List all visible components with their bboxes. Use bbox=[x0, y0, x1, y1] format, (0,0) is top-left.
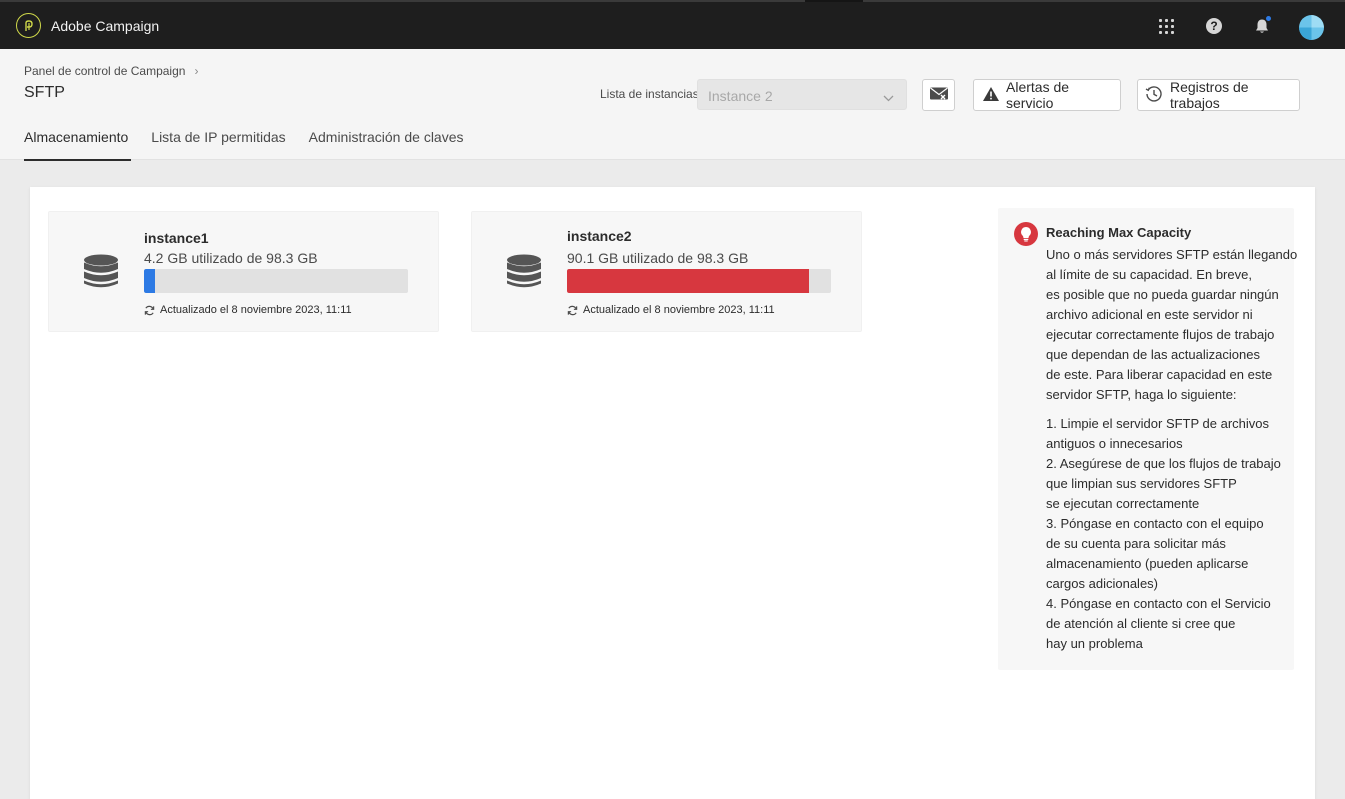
database-icon bbox=[506, 254, 542, 295]
help-icon[interactable]: ? bbox=[1203, 15, 1225, 37]
alert-step-line: cargos adicionales) bbox=[1046, 576, 1159, 591]
alert-paragraph-line: es posible que no pueda guardar ningún bbox=[1046, 287, 1279, 302]
alert-step-line: almacenamiento (pueden aplicarse bbox=[1046, 556, 1249, 571]
usage-bar-fill bbox=[567, 269, 810, 293]
updated-text: Actualizado el 8 noviembre 2023, 11:11 bbox=[583, 304, 775, 316]
tab-key-management[interactable]: Administración de claves bbox=[309, 129, 464, 160]
instance-name: instance2 bbox=[567, 228, 632, 244]
adobe-campaign-logo bbox=[16, 13, 41, 38]
page-title: SFTP bbox=[24, 84, 65, 101]
service-alerts-button[interactable]: Alertas de servicio bbox=[973, 79, 1121, 111]
instance-usage: 4.2 GB utilizado de 98.3 GB bbox=[144, 250, 318, 266]
instance-usage: 90.1 GB utilizado de 98.3 GB bbox=[567, 250, 749, 266]
top-bar-notch bbox=[805, 0, 863, 2]
alert-step-line: 2. Asegúrese de que los flujos de trabaj… bbox=[1046, 456, 1281, 471]
warning-icon bbox=[982, 86, 1000, 105]
email-alert-button[interactable] bbox=[922, 79, 955, 111]
main-panel: instance1 4.2 GB utilizado de 98.3 GB Ac… bbox=[30, 187, 1315, 799]
history-icon bbox=[1145, 85, 1163, 106]
alert-step-line: se ejecutan correctamente bbox=[1046, 496, 1200, 511]
chevron-right-icon: › bbox=[194, 64, 199, 78]
alert-paragraph-line: Uno o más servidores SFTP están llegando bbox=[1046, 247, 1298, 262]
capacity-alert-panel: Reaching Max Capacity Uno o más servidor… bbox=[998, 208, 1298, 670]
instance-card: instance1 4.2 GB utilizado de 98.3 GB Ac… bbox=[48, 211, 439, 332]
instance-list-label: Lista de instancias bbox=[600, 87, 699, 101]
notification-badge bbox=[1265, 15, 1272, 22]
alert-title: Reaching Max Capacity bbox=[1046, 225, 1192, 240]
alert-step-line: que limpian sus servidores SFTP bbox=[1046, 476, 1237, 491]
alert-paragraph-line: servidor SFTP, haga lo siguiente: bbox=[1046, 387, 1237, 402]
service-alerts-label: Alertas de servicio bbox=[1006, 79, 1070, 111]
mail-icon bbox=[929, 86, 949, 105]
alert-step-line: de atención al cliente si cree que bbox=[1046, 616, 1236, 631]
usage-bar-fill bbox=[144, 269, 156, 293]
updated-text: Actualizado el 8 noviembre 2023, 11:11 bbox=[160, 304, 352, 316]
database-icon bbox=[83, 254, 119, 295]
alert-step-line: 4. Póngase en contacto con el Servicio bbox=[1046, 596, 1271, 611]
brand[interactable]: Adobe Campaign bbox=[16, 13, 159, 38]
chevron-down-icon bbox=[883, 89, 894, 105]
refresh-icon[interactable] bbox=[567, 305, 578, 316]
alert-paragraph-line: que dependan de las actualizaciones bbox=[1046, 347, 1260, 362]
alert-step-line: antiguos o innecesarios bbox=[1046, 436, 1183, 451]
tab-ip-allow-list[interactable]: Lista de IP permitidas bbox=[151, 129, 285, 160]
avatar[interactable] bbox=[1298, 14, 1324, 40]
alert-step-line: de su cuenta para solicitar más bbox=[1046, 536, 1226, 551]
tab-storage[interactable]: Almacenamiento bbox=[24, 129, 132, 161]
tab-bar: Almacenamiento Lista de IP permitidas Ad… bbox=[24, 129, 487, 161]
updated-timestamp: Actualizado el 8 noviembre 2023, 11:11 bbox=[144, 304, 352, 316]
breadcrumb: Panel de control de Campaign › bbox=[24, 64, 198, 78]
instance-name: instance1 bbox=[144, 230, 209, 246]
alert-paragraph-line: de este. Para liberar capacidad en este bbox=[1046, 367, 1273, 382]
apps-grid-icon[interactable] bbox=[1155, 15, 1177, 37]
alert-paragraph-line: al límite de su capacidad. En breve, bbox=[1046, 267, 1252, 282]
top-bar: Adobe Campaign ? bbox=[0, 0, 1345, 49]
refresh-icon[interactable] bbox=[144, 305, 155, 316]
bell-icon[interactable] bbox=[1251, 15, 1273, 37]
instance-select-value: Instance 2 bbox=[708, 88, 773, 104]
job-logs-label: Registros de trabajos bbox=[1170, 79, 1249, 111]
alert-paragraph-line: ejecutar correctamente flujos de trabajo bbox=[1046, 327, 1275, 342]
usage-bar bbox=[144, 269, 408, 293]
alert-step-line: 1. Limpie el servidor SFTP de archivos bbox=[1046, 416, 1270, 431]
instance-card: instance2 90.1 GB utilizado de 98.3 GB A… bbox=[471, 211, 862, 332]
alert-step-line: 3. Póngase en contacto con el equipo bbox=[1046, 516, 1264, 531]
breadcrumb-link[interactable]: Panel de control de Campaign bbox=[24, 64, 185, 78]
app-name: Adobe Campaign bbox=[51, 17, 160, 34]
job-logs-button[interactable]: Registros de trabajos bbox=[1137, 79, 1300, 111]
alert-paragraph-line: archivo adicional en este servidor ni bbox=[1046, 307, 1253, 322]
instance-select[interactable]: Instance 2 bbox=[697, 79, 907, 110]
updated-timestamp: Actualizado el 8 noviembre 2023, 11:11 bbox=[567, 304, 775, 316]
lightbulb-icon bbox=[1014, 222, 1038, 246]
alert-step-line: hay un problema bbox=[1046, 636, 1143, 651]
usage-bar bbox=[567, 269, 831, 293]
page-header: Panel de control de Campaign › SFTP List… bbox=[0, 49, 1345, 161]
alert-body: Uno o más servidores SFTP están llegando… bbox=[1046, 245, 1298, 654]
